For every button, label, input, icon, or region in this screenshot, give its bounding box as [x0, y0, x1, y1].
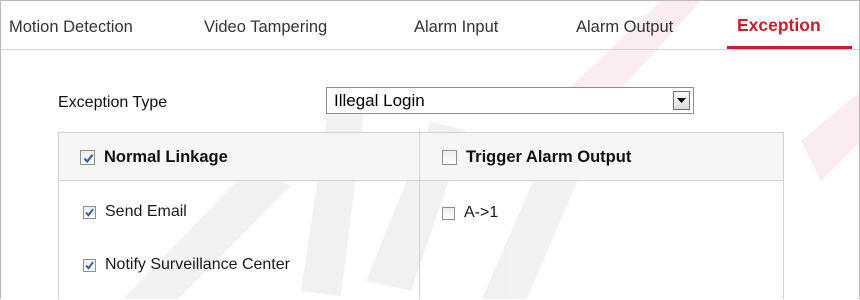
notify-surveillance-center-label: Notify Surveillance Center: [105, 256, 290, 273]
tab-video-tampering[interactable]: Video Tampering: [204, 18, 327, 37]
alarm-output-a1-checkbox[interactable]: A->1: [442, 204, 498, 222]
checkmark-icon: [83, 154, 94, 164]
column-divider: [419, 132, 420, 299]
notify-surveillance-center-checkbox[interactable]: Notify Surveillance Center: [83, 256, 290, 274]
tab-alarm-output[interactable]: Alarm Output: [576, 18, 673, 37]
exception-type-label: Exception Type: [58, 94, 168, 111]
normal-linkage-label: Normal Linkage: [104, 148, 228, 166]
tab-exception[interactable]: Exception: [737, 15, 821, 36]
alarm-output-a1-label: A->1: [464, 204, 499, 221]
trigger-alarm-output-label: Trigger Alarm Output: [466, 148, 632, 166]
checkmark-icon: [85, 208, 94, 217]
checkmark-icon: [85, 261, 94, 270]
chevron-down-icon: [677, 98, 686, 103]
checkbox-trigger-alarm-output[interactable]: [442, 150, 457, 165]
checkbox-send-email[interactable]: [83, 205, 96, 219]
send-email-checkbox[interactable]: Send Email: [83, 203, 187, 221]
active-tab-indicator: [727, 46, 852, 49]
tab-motion-detection[interactable]: Motion Detection: [9, 18, 133, 37]
checkbox-a-1[interactable]: [442, 206, 455, 220]
tab-alarm-input[interactable]: Alarm Input: [414, 18, 498, 37]
linkage-table: Normal Linkage Trigger Alarm Output Send…: [58, 132, 784, 299]
dropdown-arrow-button[interactable]: [673, 91, 690, 110]
exception-settings-panel: Motion Detection Video Tampering Alarm I…: [0, 0, 860, 299]
exception-type-value: Illegal Login: [334, 91, 425, 110]
exception-type-select[interactable]: Illegal Login: [326, 87, 694, 114]
checkbox-notify-surveillance-center[interactable]: [83, 258, 96, 272]
send-email-label: Send Email: [105, 203, 187, 220]
table-right-border: [783, 181, 784, 299]
tab-bar: Motion Detection Video Tampering Alarm I…: [1, 1, 859, 50]
normal-linkage-checkbox[interactable]: Normal Linkage: [80, 148, 228, 167]
checkbox-normal-linkage[interactable]: [80, 150, 95, 165]
trigger-alarm-output-checkbox[interactable]: Trigger Alarm Output: [442, 148, 631, 167]
table-left-border: [58, 181, 59, 299]
